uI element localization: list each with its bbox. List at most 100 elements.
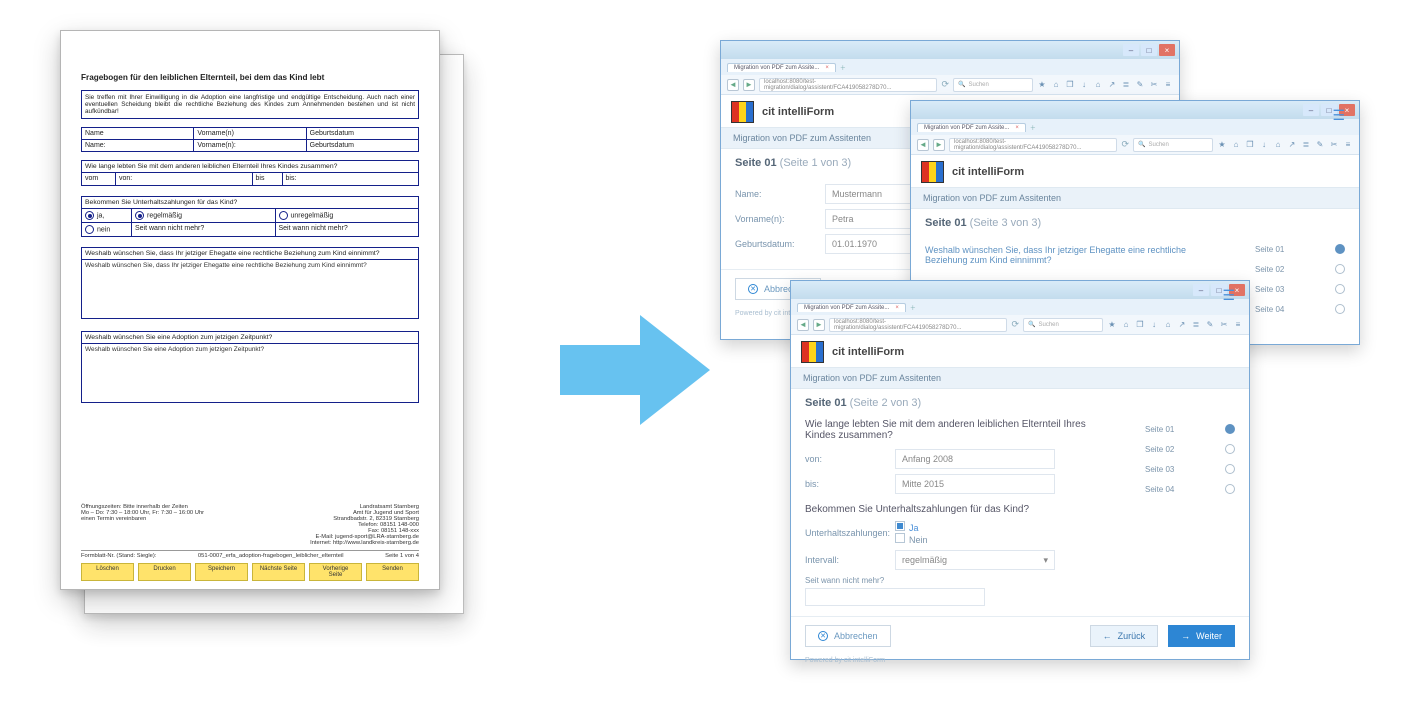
titlebar: –□× <box>791 281 1249 299</box>
arrow-icon <box>560 310 710 430</box>
th-geb: Geburtsdatum <box>307 128 418 139</box>
edit-icon[interactable]: ✎ <box>1135 80 1145 89</box>
radio-nein[interactable]: Nein <box>895 533 928 545</box>
nav-fwd-icon[interactable]: ► <box>813 319 825 331</box>
new-tab-icon[interactable]: ＋ <box>840 63 846 72</box>
meta-left: Formblatt-Nr. (Stand: Siegle): <box>81 553 156 559</box>
minimize-icon[interactable]: – <box>1193 284 1209 296</box>
chart-icon[interactable]: ≣ <box>1301 140 1311 149</box>
search-field[interactable]: 🔍 Suchen <box>953 78 1033 92</box>
menu-icon[interactable]: ≡ <box>1163 80 1173 89</box>
meta-right: Seite 1 von 4 <box>385 553 419 559</box>
home-icon[interactable]: ⌂ <box>1231 140 1241 149</box>
download-icon[interactable]: ↓ <box>1079 80 1089 89</box>
nav-dot-icon <box>1225 464 1235 474</box>
nav-fwd-icon[interactable]: ► <box>743 79 755 91</box>
tab-close-icon[interactable]: × <box>895 305 899 311</box>
q1-text: Wie lange lebten Sie mit dem anderen lei… <box>805 419 1105 441</box>
arrow-icon-tb[interactable]: ↗ <box>1177 320 1187 329</box>
nav-fwd-icon[interactable]: ► <box>933 139 945 151</box>
pdf-btn-next[interactable]: Nächste Seite <box>252 563 305 581</box>
browser-tab[interactable]: Migration von PDF zum Assite...× <box>797 303 906 312</box>
star-icon[interactable]: ★ <box>1107 320 1117 329</box>
nav-item[interactable]: Seite 04 <box>1255 299 1345 319</box>
chart-icon[interactable]: ≣ <box>1191 320 1201 329</box>
url-field[interactable]: localhost:8080/test-migration/dialog/ass… <box>759 78 937 92</box>
maximize-icon[interactable]: □ <box>1141 44 1157 56</box>
nav-back-icon[interactable]: ◄ <box>727 79 739 91</box>
new-tab-icon[interactable]: ＋ <box>910 303 916 312</box>
nav-item[interactable]: Seite 03 <box>1255 279 1345 299</box>
nav-item[interactable]: Seite 03 <box>1145 459 1235 479</box>
home2-icon[interactable]: ⌂ <box>1163 320 1173 329</box>
home-icon[interactable]: ⌂ <box>1051 80 1061 89</box>
why1-hdr: Weshalb wünschen Sie, dass Ihr jetziger … <box>82 248 418 260</box>
logo-icon <box>731 101 754 123</box>
home2-icon[interactable]: ⌂ <box>1093 80 1103 89</box>
download-icon[interactable]: ↓ <box>1149 320 1159 329</box>
pdf-btn-senden[interactable]: Senden <box>366 563 419 581</box>
reload-icon[interactable]: ⟳ <box>1121 139 1129 150</box>
nav-item[interactable]: Seite 02 <box>1145 439 1235 459</box>
cut-icon[interactable]: ✂ <box>1329 140 1339 149</box>
nav-back-icon[interactable]: ◄ <box>797 319 809 331</box>
home-icon[interactable]: ⌂ <box>1121 320 1131 329</box>
titlebar: – □ × <box>721 41 1179 59</box>
url-field[interactable]: localhost:8080/test-migration/dialog/ass… <box>829 318 1007 332</box>
edit-icon[interactable]: ✎ <box>1315 140 1325 149</box>
input-seit[interactable] <box>805 588 985 606</box>
nav-item[interactable]: Seite 01 <box>1255 239 1345 259</box>
input-bis[interactable]: Mitte 2015 <box>895 474 1055 494</box>
star-icon[interactable]: ★ <box>1037 80 1047 89</box>
search-field[interactable]: 🔍 Suchen <box>1023 318 1103 332</box>
input-von[interactable]: Anfang 2008 <box>895 449 1055 469</box>
pdf-btn-speichern[interactable]: Speichern <box>195 563 248 581</box>
arrow-icon-tb[interactable]: ↗ <box>1107 80 1117 89</box>
opt-regel: regelmäßig <box>132 209 276 222</box>
arrow-icon-tb[interactable]: ↗ <box>1287 140 1297 149</box>
search-field[interactable]: 🔍 Suchen <box>1133 138 1213 152</box>
bookmark-icon[interactable]: ❐ <box>1065 80 1075 89</box>
download-icon[interactable]: ↓ <box>1259 140 1269 149</box>
cancel-icon: ✕ <box>748 284 758 294</box>
bookmark-icon[interactable]: ❐ <box>1245 140 1255 149</box>
menu-icon[interactable]: ≡ <box>1343 140 1353 149</box>
chart-icon[interactable]: ≣ <box>1121 80 1131 89</box>
browser-tab[interactable]: Migration von PDF zum Assite...× <box>727 63 836 72</box>
cancel-button[interactable]: ✕Abbrechen <box>805 625 891 647</box>
cut-icon[interactable]: ✂ <box>1149 80 1159 89</box>
url-field[interactable]: localhost:8080/test-migration/dialog/ass… <box>949 138 1117 152</box>
bookmark-icon[interactable]: ❐ <box>1135 320 1145 329</box>
new-tab-icon[interactable]: ＋ <box>1030 123 1036 132</box>
toolbar-icons: ★ ⌂ ❐ ↓ ⌂ ↗ ≣ ✎ ✂ ≡ <box>1037 80 1173 89</box>
minimize-icon[interactable]: – <box>1123 44 1139 56</box>
cut-icon[interactable]: ✂ <box>1219 320 1229 329</box>
th-vorname: Vorname(n) <box>194 128 306 139</box>
star-icon[interactable]: ★ <box>1217 140 1227 149</box>
nav-item[interactable]: Seite 04 <box>1145 479 1235 499</box>
next-button[interactable]: →Weiter <box>1168 625 1235 647</box>
chevron-down-icon: ▾ <box>1043 555 1048 566</box>
tab-close-icon[interactable]: × <box>1015 125 1019 131</box>
browser-tab[interactable]: Migration von PDF zum Assite...× <box>917 123 1026 132</box>
hamburger-icon[interactable]: ☰ <box>1332 107 1345 124</box>
hamburger-icon[interactable]: ☰ <box>1222 287 1235 304</box>
select-interval[interactable]: regelmäßig▾ <box>895 550 1055 570</box>
nav-item[interactable]: Seite 02 <box>1255 259 1345 279</box>
pdf-why2: Weshalb wünschen Sie eine Adoption zum j… <box>81 331 419 403</box>
home2-icon[interactable]: ⌂ <box>1273 140 1283 149</box>
edit-icon[interactable]: ✎ <box>1205 320 1215 329</box>
close-icon[interactable]: × <box>1159 44 1175 56</box>
pdf-btn-loeschen[interactable]: Löschen <box>81 563 134 581</box>
minimize-icon[interactable]: – <box>1303 104 1319 116</box>
nav-back-icon[interactable]: ◄ <box>917 139 929 151</box>
tab-close-icon[interactable]: × <box>825 65 829 71</box>
pdf-btn-prev[interactable]: Vorherige Seite <box>309 563 362 581</box>
pdf-btn-drucken[interactable]: Drucken <box>138 563 191 581</box>
menu-icon[interactable]: ≡ <box>1233 320 1243 329</box>
reload-icon[interactable]: ⟳ <box>1011 319 1019 330</box>
nav-item[interactable]: Seite 01 <box>1145 419 1235 439</box>
back-button[interactable]: ←Zurück <box>1090 625 1159 647</box>
radio-ja[interactable]: Ja <box>895 521 928 533</box>
reload-icon[interactable]: ⟳ <box>941 79 949 90</box>
